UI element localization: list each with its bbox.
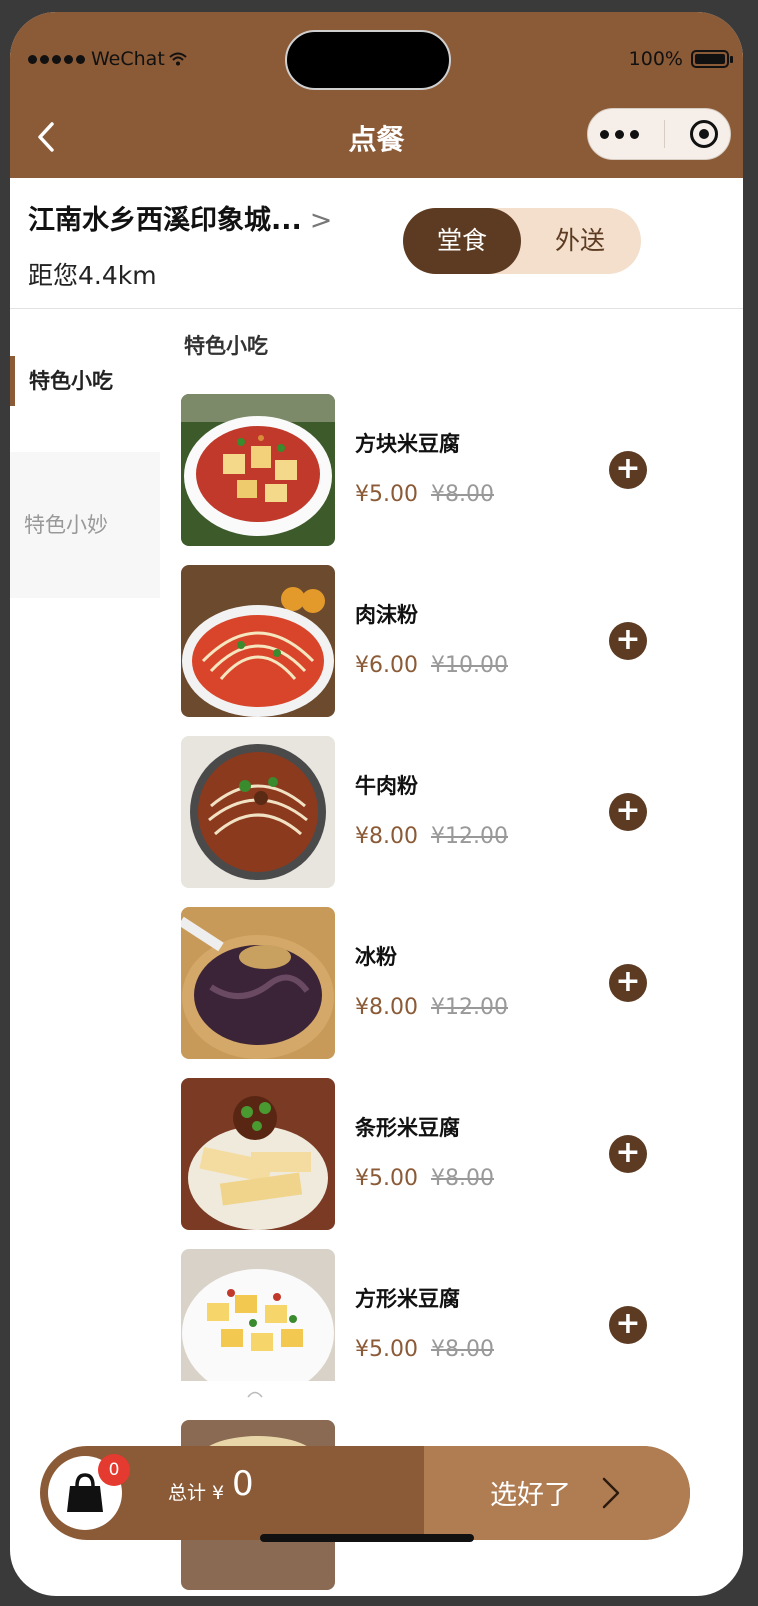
add-to-cart-button[interactable]: + [609, 1135, 647, 1173]
item-price: ¥8.00 [355, 824, 418, 849]
divider [10, 308, 743, 309]
menu-item[interactable]: 肉沫粉 ¥6.00 ¥10.00 + [181, 565, 661, 717]
dynamic-island [285, 30, 451, 90]
delivery-option[interactable]: 外送 [521, 208, 639, 274]
status-left: WeChat [28, 48, 187, 70]
total-amount: 0 [232, 1464, 254, 1504]
menu-item[interactable]: 牛肉粉 ¥8.00 ¥12.00 + [181, 736, 661, 888]
status-right: 100% [628, 48, 733, 70]
capsule-divider [663, 120, 665, 148]
store-selector[interactable]: 江南水乡西溪印象城... > [28, 198, 332, 237]
item-price: ¥6.00 [355, 653, 418, 678]
item-name: 冰粉 [355, 945, 397, 969]
store-distance: 距您4.4km [28, 261, 157, 290]
menu-item[interactable]: 方块米豆腐 ¥5.00 ¥8.00 + [181, 394, 661, 546]
item-name: 条形米豆腐 [355, 1116, 460, 1140]
menu-item[interactable]: 方形米豆腐 ¥5.00 ¥8.00 + [181, 1249, 661, 1401]
item-original-price: ¥10.00 [431, 653, 508, 678]
battery-icon [691, 50, 733, 68]
food-photo [181, 565, 335, 717]
item-name: 牛肉粉 [355, 774, 418, 798]
item-original-price: ¥12.00 [431, 824, 508, 849]
sidebar-item-stirfry[interactable]: 特色小妙 [10, 452, 160, 598]
food-photo [181, 394, 335, 546]
carrier-label: WeChat [91, 48, 165, 70]
phone-frame: WeChat 100% 点餐 江南水乡西溪印象城... > 距您4.4km 堂食 … [10, 12, 743, 1596]
dine-in-option[interactable]: 堂食 [403, 208, 521, 274]
food-photo [181, 907, 335, 1059]
item-name: 方形米豆腐 [355, 1287, 460, 1311]
item-name: 方块米豆腐 [355, 432, 460, 456]
add-to-cart-button[interactable]: + [609, 793, 647, 831]
store-name: 江南水乡西溪印象城... [28, 205, 302, 236]
menu-item[interactable]: 冰粉 ¥8.00 ¥12.00 + [181, 907, 661, 1059]
item-price: ¥5.00 [355, 482, 418, 507]
store-arrow: > [309, 205, 333, 236]
item-original-price: ¥12.00 [431, 995, 508, 1020]
chevron-up-icon [247, 1391, 263, 1398]
item-price: ¥5.00 [355, 1166, 418, 1191]
signal-icon [28, 54, 85, 64]
add-to-cart-button[interactable]: + [609, 964, 647, 1002]
top-bar: WeChat 100% 点餐 [10, 12, 743, 178]
item-name: 肉沫粉 [355, 603, 418, 627]
miniprogram-capsule [587, 108, 731, 160]
close-target-icon[interactable] [689, 120, 718, 148]
sidebar-item-snacks[interactable]: 特色小吃 [10, 356, 160, 406]
item-original-price: ¥8.00 [431, 1166, 494, 1191]
food-photo [181, 736, 335, 888]
checkout-label: 选好了 [490, 1480, 571, 1511]
add-to-cart-button[interactable]: + [609, 451, 647, 489]
item-original-price: ¥8.00 [431, 482, 494, 507]
menu-item[interactable]: 条形米豆腐 ¥5.00 ¥8.00 + [181, 1078, 661, 1230]
total-label: 总计 ¥ [168, 1482, 225, 1504]
cart-bar: 总计 ¥ 0 选好了 [40, 1446, 690, 1540]
add-to-cart-button[interactable]: + [609, 622, 647, 660]
item-price: ¥8.00 [355, 995, 418, 1020]
wifi-icon [169, 52, 187, 66]
battery-percent: 100% [628, 48, 683, 70]
item-price: ¥5.00 [355, 1337, 418, 1362]
checkout-button[interactable]: 选好了 [424, 1446, 690, 1540]
add-to-cart-button[interactable]: + [609, 1306, 647, 1344]
order-mode-toggle: 堂食 外送 [403, 208, 641, 274]
home-indicator [260, 1534, 474, 1542]
more-icon[interactable] [600, 129, 640, 139]
section-title: 特色小吃 [184, 334, 268, 358]
cart-count-badge: 0 [98, 1454, 130, 1486]
chevron-right-icon [602, 1477, 620, 1509]
food-photo [181, 1249, 335, 1401]
item-original-price: ¥8.00 [431, 1337, 494, 1362]
food-photo [181, 1078, 335, 1230]
